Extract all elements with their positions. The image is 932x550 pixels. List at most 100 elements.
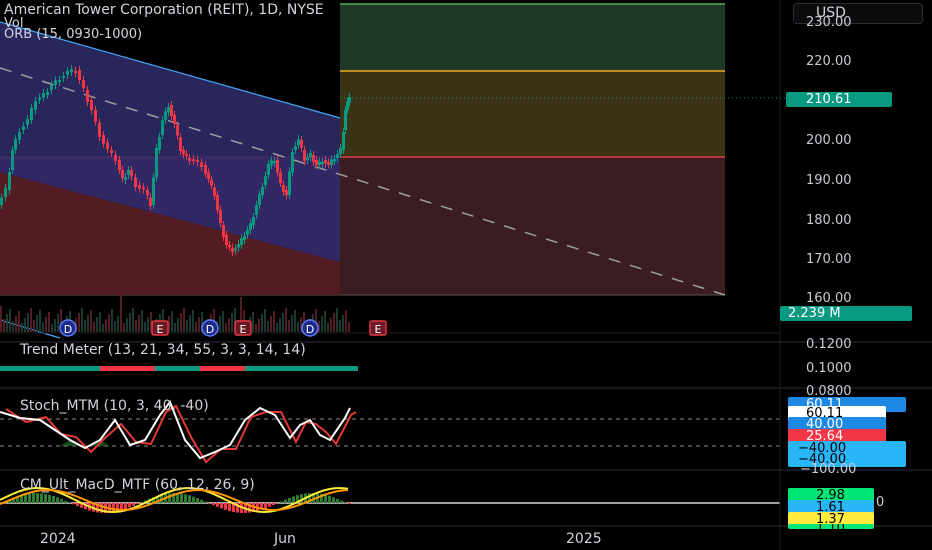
volume-bar (297, 322, 299, 332)
candle-body (312, 155, 315, 162)
candle-body (106, 142, 109, 149)
candle-body (124, 177, 127, 180)
candle-body (270, 160, 273, 165)
candle-body (342, 132, 345, 150)
time-label: 2025 (566, 531, 602, 547)
price-tick: 180.00 (806, 213, 852, 228)
volume-bar (21, 323, 23, 332)
candle-body (258, 194, 261, 205)
volume-bar (96, 317, 98, 332)
volume-bar (39, 310, 41, 332)
volume-bar (294, 310, 296, 332)
volume-bar (192, 310, 194, 332)
candle-body (14, 139, 17, 150)
volume-bar (138, 315, 140, 332)
candle-body (185, 154, 188, 156)
candle-body (348, 97, 351, 103)
event-marker-letter: E (157, 323, 164, 336)
candle-body (207, 172, 210, 179)
macd-histogram-bar (340, 500, 343, 503)
volume-bar (30, 308, 32, 332)
macd-title[interactable]: CM_Ult_MacD_MTF (60, 12, 26, 9) (20, 477, 255, 493)
candle-body (152, 177, 155, 205)
macd-histogram-bar (280, 501, 283, 503)
macd-badge: 1.10 (788, 524, 874, 529)
event-marker-letter: D (306, 323, 314, 336)
candle-body (285, 190, 288, 195)
volume-bar (279, 318, 281, 332)
volume-bar (189, 315, 191, 332)
candle-body (78, 70, 81, 80)
macd-histogram-bar (124, 503, 127, 510)
volume-bar (18, 311, 20, 332)
candle-body (300, 140, 303, 148)
volume-bar (45, 317, 47, 332)
volume-bar (144, 322, 146, 332)
trend-segment (0, 366, 100, 371)
candle-body (306, 157, 309, 160)
macd-histogram-bar (196, 498, 199, 503)
volume-bar (255, 324, 257, 332)
volume-bar (273, 311, 275, 332)
trend-meter-title[interactable]: Trend Meter (13, 21, 34, 55, 3, 3, 14, 1… (20, 342, 306, 358)
candle-body (291, 152, 294, 173)
candle-body (58, 80, 61, 82)
volume-bar (147, 317, 149, 332)
volume-bar (135, 320, 137, 332)
volume-bar (24, 318, 26, 332)
stoch-tick: −100.00 (800, 462, 857, 477)
volume-bar (129, 313, 131, 332)
chart-canvas[interactable]: DEDEDE (0, 0, 932, 550)
candle-body (333, 159, 336, 162)
volume-bar (51, 324, 53, 332)
orb-indicator-label[interactable]: ORB (15, 0930-1000) (4, 27, 142, 42)
volume-bar (258, 319, 260, 332)
macd-histogram-bar (56, 497, 59, 503)
volume-bar (6, 314, 8, 332)
macd-histogram-bar (140, 502, 143, 503)
candle-body (118, 160, 121, 170)
volume-bar (126, 318, 128, 332)
orb-lower-zone (340, 157, 725, 295)
volume-bar (54, 319, 56, 332)
volume-bar (114, 321, 116, 332)
macd-histogram-bar (192, 496, 195, 503)
macd-histogram-bar (268, 503, 271, 507)
candle-body (255, 205, 258, 215)
candle-body (42, 93, 45, 98)
stoch-mtm-title[interactable]: Stoch_MTM (10, 3, 40, -40) (20, 398, 209, 414)
trend-segment (245, 366, 358, 371)
macd-histogram-bar (344, 502, 347, 503)
macd-histogram-bar (48, 494, 51, 503)
volume-bar (171, 311, 173, 332)
candle-body (315, 160, 318, 165)
event-marker-letter: E (240, 323, 247, 336)
macd-histogram-bar (136, 503, 139, 505)
volume-bar (78, 313, 80, 332)
symbol-title[interactable]: American Tower Corporation (REIT), 1D, N… (4, 2, 324, 18)
candle-body (297, 139, 300, 145)
volume-bar (345, 310, 347, 332)
candle-body (38, 97, 41, 100)
volume-bar (336, 308, 338, 332)
candle-body (142, 187, 145, 190)
price-tick: 190.00 (806, 173, 852, 188)
orb-upper-zone (340, 4, 725, 71)
macd-histogram-bar (348, 503, 351, 505)
candle-body (22, 126, 25, 130)
volume-bar (282, 313, 284, 332)
event-marker-letter: E (375, 323, 382, 336)
volume-badge: 2.239 M (780, 306, 912, 321)
macd-histogram-bar (24, 494, 27, 503)
candle-body (261, 187, 264, 195)
volume-bar (120, 293, 122, 332)
candle-body (146, 190, 149, 196)
candle-body (288, 171, 291, 195)
candle-body (86, 90, 89, 102)
candle-body (34, 101, 37, 110)
macd-histogram-bar (32, 493, 35, 503)
macd-histogram-bar (68, 502, 71, 503)
candle-body (249, 223, 252, 230)
volume-bar (267, 321, 269, 332)
volume-bar (48, 312, 50, 332)
